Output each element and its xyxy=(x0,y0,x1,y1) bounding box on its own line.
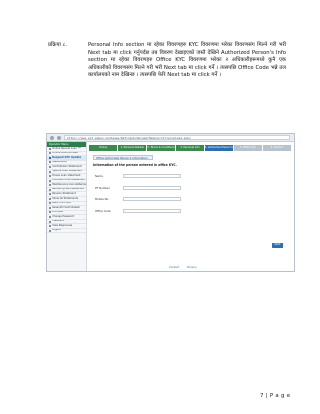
sidebar-item-label: Logout xyxy=(52,228,61,232)
sidebar: Dynamic Menu Online Special Loan *** Onli… xyxy=(47,142,87,271)
menu-bullet-icon xyxy=(49,161,51,164)
sidebar-item-label: House Loan statement xyxy=(52,174,81,177)
form-row: Office Code xyxy=(95,208,291,213)
form-row: Mobile No. xyxy=(95,197,291,201)
page-number: 7 | P a g e xyxy=(260,393,291,399)
field-input[interactable] xyxy=(123,185,181,190)
step-text: Personal Info section मा रहेका विवरणहरु … xyxy=(88,42,286,79)
sidebar-item-label: Contribution Statement xyxy=(52,165,82,168)
sidebar-item-label: Statements xyxy=(52,160,67,164)
field-label: Mobile No. xyxy=(95,197,110,201)
sidebar-item-label: Principle xyxy=(52,210,63,214)
menu-bullet-icon xyxy=(49,147,51,150)
instruction-step-8: प्रक्रिया ८. Personal Info section मा रह… xyxy=(48,42,286,80)
menu-bullet-icon xyxy=(49,202,51,205)
sidebar-menu: Online Special Loan *** Online Medical De… xyxy=(47,147,86,234)
menu-bullet-icon xyxy=(49,206,51,209)
sidebar-item-label: Request KYC Update xyxy=(52,156,82,159)
menu-bullet-icon xyxy=(49,179,51,182)
sidebar-item-label: Online Special Loan *** xyxy=(52,147,82,150)
wizard-step-tab[interactable]: 6. Submit xyxy=(262,145,291,151)
wizard-step-tab[interactable]: 4. Authorized Person's Info xyxy=(204,145,234,151)
step-label: प्रक्रिया ८. xyxy=(48,42,68,48)
menu-bullet-icon xyxy=(49,197,51,200)
field-input[interactable] xyxy=(123,208,181,213)
sidebar-item-label: Kasandhi Sodh Rakam xyxy=(52,206,81,209)
menu-bullet-icon xyxy=(49,184,51,187)
sidebar-item-label: Special Loan Statement xyxy=(52,169,82,173)
form-row: Name xyxy=(95,174,291,178)
field-input[interactable] xyxy=(123,197,181,201)
sidebar-item-label: Pension Statement xyxy=(52,192,76,195)
panel-title: Office Authorized Person's Information xyxy=(93,155,153,160)
field-input[interactable] xyxy=(123,174,181,178)
menu-bullet-icon xyxy=(49,225,51,228)
field-label: PF Number xyxy=(95,185,110,190)
sidebar-item-label: Online Medical Deed *** xyxy=(52,151,83,155)
sidebar-item[interactable]: Logout xyxy=(47,229,86,234)
embedded-screenshot: https://www.saf.sebon.np/Pages/Refinsub/… xyxy=(46,133,295,272)
wizard-step-tab[interactable]: 5. Office Info xyxy=(233,145,263,151)
next-button[interactable]: Next xyxy=(272,243,283,248)
form: Name PF Number Mobile No. Office Code xyxy=(89,174,291,213)
menu-bullet-icon xyxy=(49,156,51,159)
section-title: Information of the person entered in off… xyxy=(93,162,177,167)
sidebar-item-label: Show All Statements xyxy=(52,197,79,200)
wizard-step-tab[interactable]: Online xyxy=(89,145,118,151)
menu-bullet-icon xyxy=(49,188,51,191)
menu-bullet-icon xyxy=(49,175,51,178)
form-row: PF Number xyxy=(95,185,291,190)
privacy-link[interactable]: Privacy xyxy=(187,266,196,269)
wizard-steps: Online 1. Personal Details 2. Terms & Cond… xyxy=(89,145,291,151)
sidebar-item-label: Education Loan statement xyxy=(52,178,86,182)
field-label: Name xyxy=(95,174,103,178)
menu-bullet-icon xyxy=(49,152,51,155)
menu-bullet-icon xyxy=(49,215,51,218)
menu-bullet-icon xyxy=(49,170,51,173)
field-label: Office Code xyxy=(95,208,111,213)
menu-bullet-icon xyxy=(49,229,51,232)
wizard-step-tab[interactable]: 3. Personal Info xyxy=(175,145,205,151)
sidebar-item-label: Feedback xyxy=(52,219,65,223)
contact-link[interactable]: Contact xyxy=(169,266,179,269)
menu-bullet-icon xyxy=(49,193,51,196)
address-bar[interactable]: https://www.saf.sebon.np/Pages/Refinsub/… xyxy=(64,135,290,140)
wizard-step-tab[interactable]: 1. Personal Details xyxy=(117,145,147,151)
sidebar-item-label: Change Password xyxy=(52,215,75,218)
sidebar-item-label: Revolving loan statement xyxy=(52,187,85,191)
sidebar-item-label: View Responses xyxy=(52,224,73,227)
forward-icon[interactable] xyxy=(57,135,61,140)
menu-bullet-icon xyxy=(49,211,51,214)
browser-bar: https://www.saf.sebon.np/Pages/Refinsub/… xyxy=(47,134,294,142)
main-panel: Online 1. Personal Details 2. Terms & Cond… xyxy=(89,145,291,271)
menu-bullet-icon xyxy=(49,220,51,223)
back-icon[interactable] xyxy=(50,135,54,140)
wizard-step-tab[interactable]: 2. Terms & Conditions xyxy=(146,145,176,151)
footer-links: Contact Privacy xyxy=(169,266,197,269)
sidebar-item-label: Maintenance loan statement xyxy=(52,183,86,186)
menu-bullet-icon xyxy=(49,165,51,168)
sidebar-item-label: Bank File Code xyxy=(52,201,71,205)
